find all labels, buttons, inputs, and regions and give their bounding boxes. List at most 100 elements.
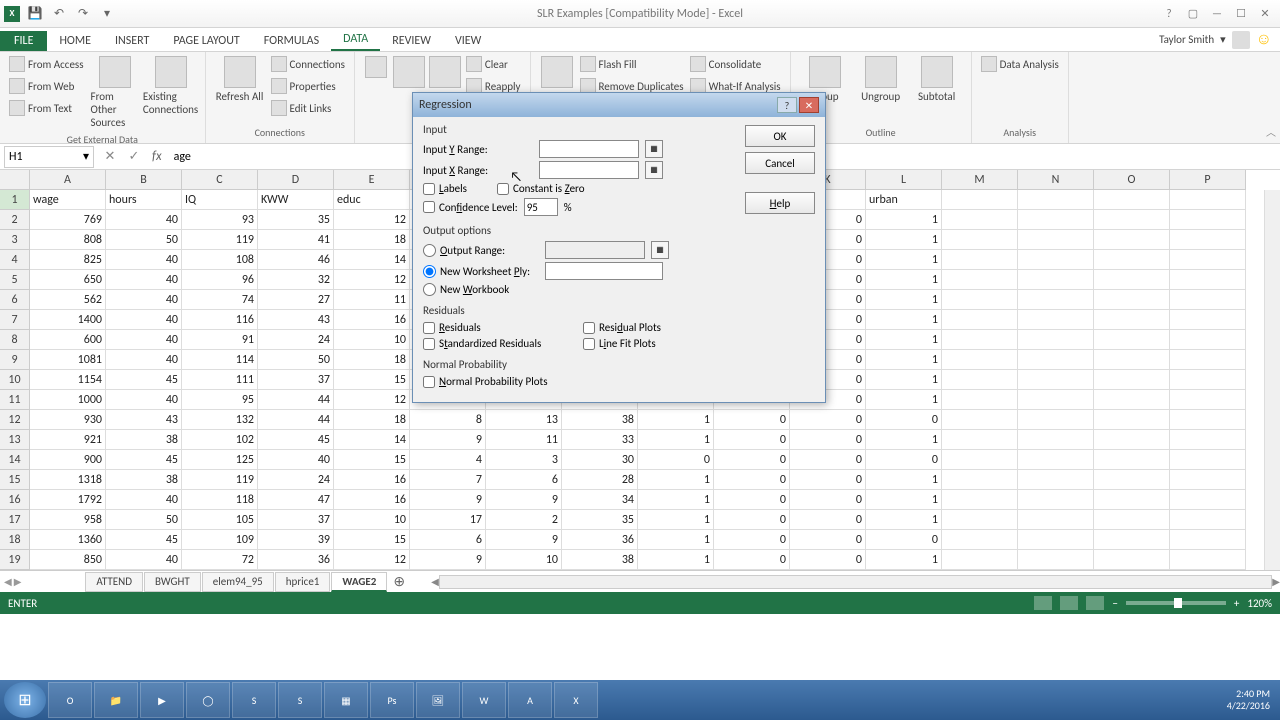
cell[interactable]: 1 <box>638 530 714 550</box>
cell[interactable]: hours <box>106 190 182 210</box>
cell[interactable]: 600 <box>30 330 106 350</box>
cell[interactable]: 0 <box>866 410 942 430</box>
cell[interactable] <box>1170 510 1246 530</box>
cell[interactable] <box>1018 370 1094 390</box>
cell[interactable] <box>1094 190 1170 210</box>
vertical-scrollbar[interactable] <box>1264 190 1280 570</box>
cell[interactable]: 1 <box>638 550 714 570</box>
cell[interactable]: 16 <box>334 310 410 330</box>
ungroup-button[interactable]: Ungroup <box>853 54 909 105</box>
sheet-nav-prev-icon[interactable]: ◀ <box>4 575 12 588</box>
cell[interactable]: 32 <box>258 270 334 290</box>
cell[interactable]: 0 <box>790 490 866 510</box>
row-header[interactable]: 5 <box>0 270 30 290</box>
cell[interactable] <box>942 370 1018 390</box>
cell[interactable]: 105 <box>182 510 258 530</box>
cell[interactable]: 1 <box>866 390 942 410</box>
cell[interactable]: 1154 <box>30 370 106 390</box>
ribbon-options-icon[interactable]: ▢ <box>1182 5 1204 23</box>
connections-button[interactable]: Connections <box>268 54 348 74</box>
ok-button[interactable]: OK <box>745 125 815 147</box>
data-tab[interactable]: DATA <box>331 29 380 51</box>
cell[interactable]: 0 <box>714 490 790 510</box>
cell[interactable] <box>942 210 1018 230</box>
cell[interactable]: 50 <box>258 350 334 370</box>
cell[interactable]: 1318 <box>30 470 106 490</box>
dialog-close-icon[interactable]: ✕ <box>799 97 819 113</box>
cell[interactable]: 37 <box>258 370 334 390</box>
home-tab[interactable]: HOME <box>47 31 103 51</box>
cell[interactable]: 38 <box>106 430 182 450</box>
cell[interactable]: 40 <box>106 330 182 350</box>
cell[interactable] <box>1094 310 1170 330</box>
user-dropdown-icon[interactable]: ▾ <box>1220 33 1226 46</box>
cell[interactable] <box>1018 390 1094 410</box>
cell[interactable]: wage <box>30 190 106 210</box>
cell[interactable]: 14 <box>334 430 410 450</box>
cell[interactable] <box>1018 210 1094 230</box>
cell[interactable]: 40 <box>106 310 182 330</box>
cell[interactable]: 0 <box>714 430 790 450</box>
tray-icon[interactable] <box>1141 692 1157 708</box>
cell[interactable]: 921 <box>30 430 106 450</box>
chrome-taskbar-icon[interactable]: ◯ <box>186 682 230 718</box>
cell[interactable]: 40 <box>106 270 182 290</box>
row-header[interactable]: 8 <box>0 330 30 350</box>
cell[interactable]: 125 <box>182 450 258 470</box>
cell[interactable]: 9 <box>410 490 486 510</box>
cell[interactable]: 958 <box>30 510 106 530</box>
cell[interactable] <box>1018 410 1094 430</box>
cell[interactable] <box>1018 470 1094 490</box>
cell[interactable]: 40 <box>106 350 182 370</box>
cell[interactable]: 562 <box>30 290 106 310</box>
cell[interactable]: 40 <box>106 290 182 310</box>
y-range-selector-icon[interactable]: ▦ <box>645 140 663 158</box>
photoshop-taskbar-icon[interactable]: Ps <box>370 682 414 718</box>
cell[interactable]: 43 <box>258 310 334 330</box>
cell[interactable] <box>1018 490 1094 510</box>
column-header[interactable]: L <box>866 170 942 190</box>
app3-taskbar-icon[interactable]: ▦ <box>324 682 368 718</box>
sheet-tab[interactable]: elem94_95 <box>202 572 274 592</box>
cell[interactable]: 35 <box>562 510 638 530</box>
normal-view-icon[interactable] <box>1034 596 1052 610</box>
cell[interactable] <box>1094 490 1170 510</box>
cell[interactable]: 37 <box>258 510 334 530</box>
page-layout-view-icon[interactable] <box>1060 596 1078 610</box>
cell[interactable]: 72 <box>182 550 258 570</box>
formulas-tab[interactable]: FORMULAS <box>252 31 331 51</box>
cell[interactable]: 0 <box>790 430 866 450</box>
cell[interactable]: 1 <box>866 510 942 530</box>
normal-prob-plots-checkbox[interactable]: Normal Probability Plots <box>423 375 735 388</box>
cell[interactable]: 0 <box>866 450 942 470</box>
cell[interactable]: 0 <box>638 450 714 470</box>
column-header[interactable]: O <box>1094 170 1170 190</box>
cell[interactable]: 0 <box>714 450 790 470</box>
constant-zero-checkbox[interactable]: Constant is Zero <box>497 182 585 195</box>
cell[interactable] <box>942 310 1018 330</box>
cell[interactable]: 45 <box>106 530 182 550</box>
cell[interactable]: 102 <box>182 430 258 450</box>
dialog-help-icon[interactable]: ? <box>777 97 797 113</box>
cell[interactable]: 46 <box>258 250 334 270</box>
cell[interactable] <box>1018 550 1094 570</box>
cell[interactable]: 96 <box>182 270 258 290</box>
cell[interactable]: 9 <box>486 530 562 550</box>
cell[interactable]: 1 <box>866 270 942 290</box>
cell[interactable]: 0 <box>866 530 942 550</box>
save-icon[interactable]: 💾 <box>26 5 44 23</box>
tray-icon[interactable] <box>1081 692 1097 708</box>
tray-icon[interactable] <box>1201 692 1217 708</box>
sheet-tab[interactable]: WAGE2 <box>331 572 387 592</box>
excel-taskbar-icon[interactable]: X <box>554 682 598 718</box>
cell[interactable]: 0 <box>714 410 790 430</box>
cell[interactable]: 44 <box>258 410 334 430</box>
row-header[interactable]: 17 <box>0 510 30 530</box>
page-break-view-icon[interactable] <box>1086 596 1104 610</box>
cell[interactable]: 1 <box>638 470 714 490</box>
cell[interactable] <box>942 450 1018 470</box>
cell[interactable]: 1081 <box>30 350 106 370</box>
cell[interactable] <box>1018 350 1094 370</box>
edit-links-button[interactable]: Edit Links <box>268 98 348 118</box>
cell[interactable]: 15 <box>334 450 410 470</box>
